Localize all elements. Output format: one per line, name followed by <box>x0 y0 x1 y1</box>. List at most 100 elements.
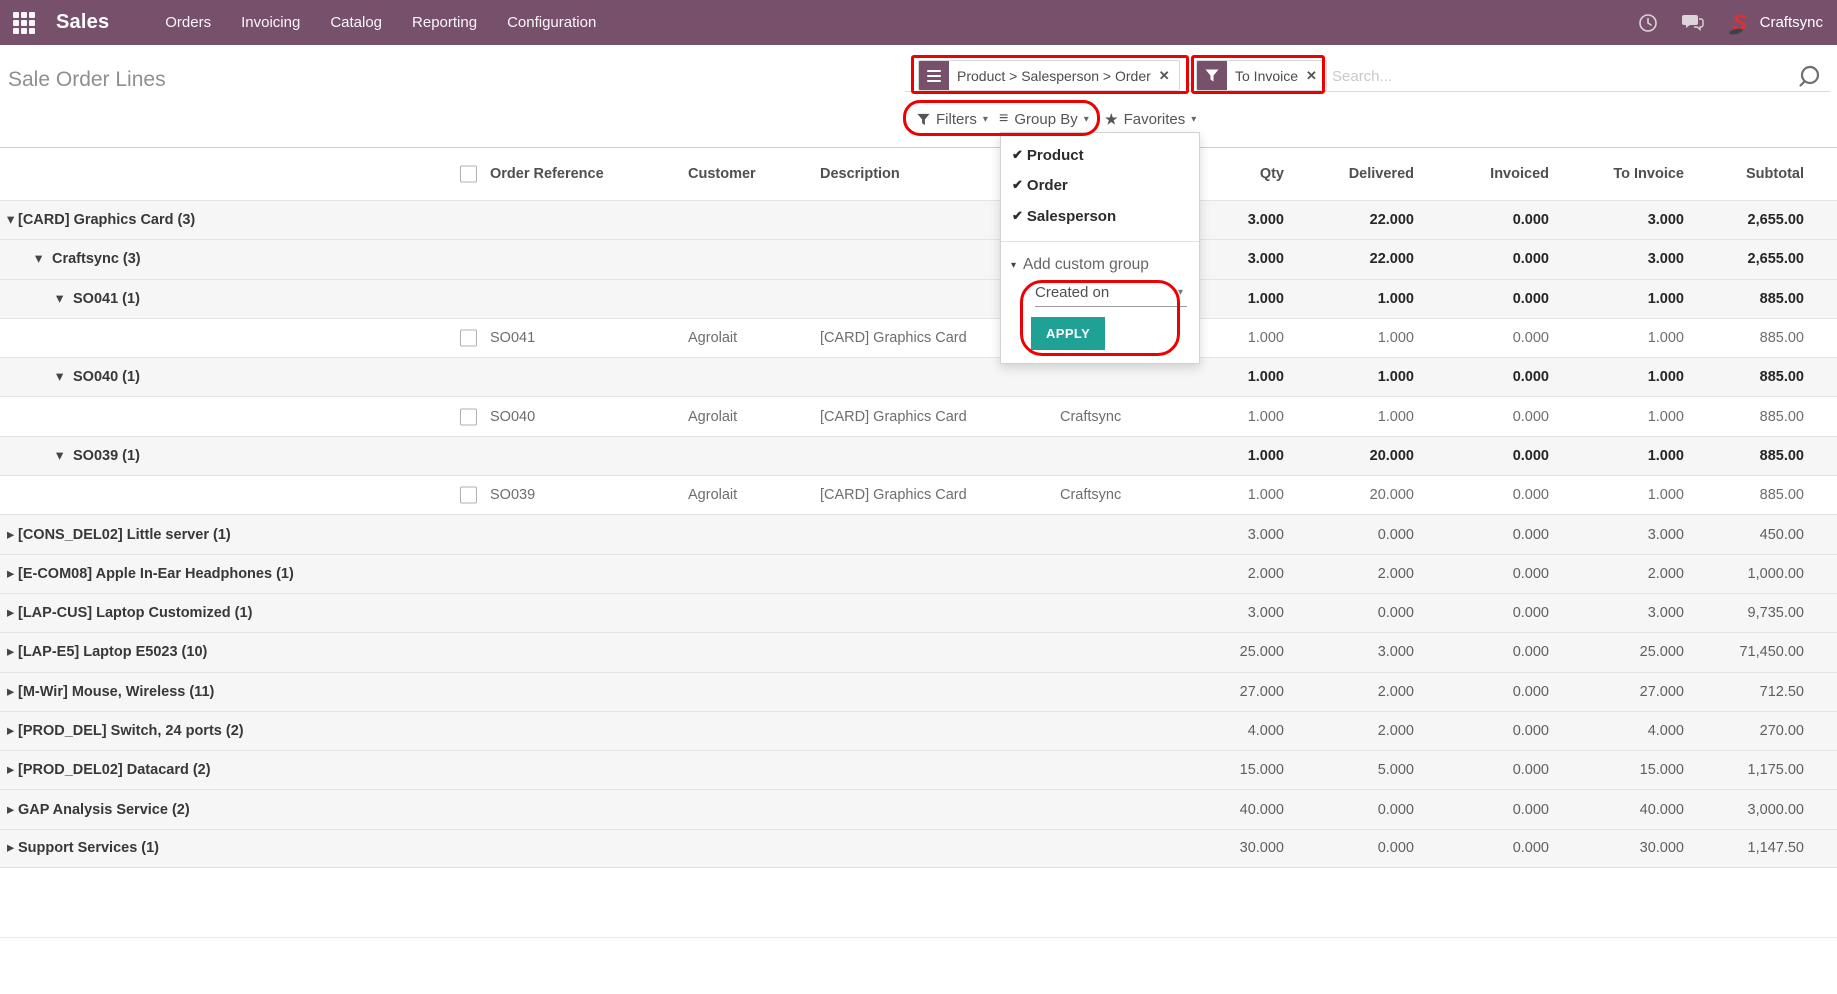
group-expand-icon[interactable]: ▸ <box>7 566 14 582</box>
cell-subtotal: 3,000.00 <box>1664 802 1804 818</box>
facet-label: Product > Salesperson > Order <box>949 68 1159 84</box>
cell-salesperson: Craftsync <box>1060 409 1121 425</box>
custom-group-field-select[interactable]: Created on ▾ <box>1035 279 1187 307</box>
group-expand-icon[interactable]: ▸ <box>7 527 14 543</box>
group-expand-icon[interactable]: ▸ <box>7 802 14 818</box>
cell-subtotal: 71,450.00 <box>1664 644 1804 660</box>
activities-clock-icon[interactable] <box>1638 13 1658 33</box>
group-by-option-order[interactable]: ✔ Order <box>1012 173 1068 197</box>
group-row[interactable]: ▾[CARD] Graphics Card (3)3.00022.0000.00… <box>0 200 1837 239</box>
group-row[interactable]: ▾SO041 (1)1.0001.0000.0001.000885.00 <box>0 279 1837 318</box>
facet-remove-icon[interactable]: ✕ <box>1306 68 1326 84</box>
column-header-description[interactable]: Description <box>820 166 900 182</box>
cell-order-reference: SO039 <box>490 487 535 503</box>
group-row[interactable]: ▸[LAP-E5] Laptop E5023 (10)25.0003.0000.… <box>0 632 1837 671</box>
table-row[interactable]: SO040Agrolait[CARD] Graphics CardCraftsy… <box>0 396 1837 435</box>
nav-item-reporting[interactable]: Reporting <box>412 14 477 31</box>
group-row[interactable]: ▸[PROD_DEL] Switch, 24 ports (2)4.0002.0… <box>0 711 1837 750</box>
group-collapse-icon[interactable]: ▾ <box>7 212 14 228</box>
column-header-delivered[interactable]: Delivered <box>1274 166 1414 182</box>
group-collapse-icon[interactable]: ▾ <box>56 448 63 464</box>
cell-invoiced: 0.000 <box>1409 723 1549 739</box>
app-title[interactable]: Sales <box>56 11 109 34</box>
add-custom-group-toggle[interactable]: ▾ Add custom group <box>1011 256 1149 274</box>
group-row[interactable]: ▸GAP Analysis Service (2)40.0000.0000.00… <box>0 789 1837 828</box>
search-magnifier-icon[interactable] <box>1798 64 1824 90</box>
select-all-checkbox[interactable] <box>460 166 477 183</box>
column-header-invoiced[interactable]: Invoiced <box>1409 166 1549 182</box>
group-expand-icon[interactable]: ▸ <box>7 840 14 856</box>
nav-item-orders[interactable]: Orders <box>165 14 211 31</box>
column-header-order-reference[interactable]: Order Reference <box>490 166 604 182</box>
row-checkbox[interactable] <box>460 330 477 347</box>
cell-invoiced: 0.000 <box>1409 840 1549 856</box>
cell-subtotal: 885.00 <box>1664 291 1804 307</box>
column-header-to-invoice[interactable]: To Invoice <box>1544 166 1684 182</box>
group-row[interactable]: ▾SO039 (1)1.00020.0000.0001.000885.00 <box>0 436 1837 475</box>
menu-separator <box>1001 241 1199 242</box>
column-header-subtotal[interactable]: Subtotal <box>1664 166 1804 182</box>
group-expand-icon[interactable]: ▸ <box>7 605 14 621</box>
check-icon: ✔ <box>1012 208 1023 224</box>
screen: Sales Orders Invoicing Catalog Reporting… <box>0 0 1837 994</box>
row-checkbox[interactable] <box>460 487 477 504</box>
facet-remove-icon[interactable]: ✕ <box>1159 68 1179 84</box>
apply-button[interactable]: APPLY <box>1031 317 1105 350</box>
cell-to-invoice: 15.000 <box>1544 762 1684 778</box>
facet-label: To Invoice <box>1227 68 1306 84</box>
group-row[interactable]: ▸Support Services (1)30.0000.0000.00030.… <box>0 829 1837 868</box>
favorites-button[interactable]: ★ Favorites ▾ <box>1105 105 1196 133</box>
cell-invoiced: 0.000 <box>1409 684 1549 700</box>
cell-invoiced: 0.000 <box>1409 527 1549 543</box>
group-collapse-icon[interactable]: ▾ <box>56 369 63 385</box>
cell-delivered: 22.000 <box>1274 251 1414 267</box>
cell-to-invoice: 1.000 <box>1544 409 1684 425</box>
user-menu[interactable]: S Craftsync <box>1728 10 1823 36</box>
option-label: Product <box>1027 147 1084 164</box>
row-checkbox[interactable] <box>460 408 477 425</box>
cell-delivered: 1.000 <box>1274 330 1414 346</box>
nav-item-invoicing[interactable]: Invoicing <box>241 14 300 31</box>
messages-chat-icon[interactable] <box>1682 13 1704 32</box>
group-row[interactable]: ▸[M-Wir] Mouse, Wireless (11)27.0002.000… <box>0 672 1837 711</box>
group-by-button[interactable]: ≡ Group By ▾ <box>999 105 1089 133</box>
group-row[interactable]: ▸[CONS_DEL02] Little server (1)3.0000.00… <box>0 514 1837 553</box>
group-collapse-icon[interactable]: ▾ <box>35 251 42 267</box>
group-row[interactable]: ▾Craftsync (3)3.00022.0000.0003.0002,655… <box>0 239 1837 278</box>
table-row[interactable]: SO039Agrolait[CARD] Graphics CardCraftsy… <box>0 475 1837 514</box>
cell-invoiced: 0.000 <box>1409 566 1549 582</box>
cell-invoiced: 0.000 <box>1409 802 1549 818</box>
filters-button[interactable]: Filters ▾ <box>917 105 988 133</box>
search-input[interactable] <box>1332 61 1782 91</box>
cell-invoiced: 0.000 <box>1409 448 1549 464</box>
group-expand-icon[interactable]: ▸ <box>7 723 14 739</box>
nav-item-configuration[interactable]: Configuration <box>507 14 596 31</box>
group-label: [LAP-CUS] Laptop Customized (1) <box>18 605 252 621</box>
column-header-customer[interactable]: Customer <box>688 166 756 182</box>
cell-invoiced: 0.000 <box>1409 487 1549 503</box>
page-title: Sale Order Lines <box>8 68 166 92</box>
group-label: SO040 (1) <box>73 369 140 385</box>
group-expand-icon[interactable]: ▸ <box>7 762 14 778</box>
group-row[interactable]: ▸[LAP-CUS] Laptop Customized (1)3.0000.0… <box>0 593 1837 632</box>
apps-grid-icon[interactable] <box>13 12 35 34</box>
group-by-option-product[interactable]: ✔ Product <box>1012 143 1084 167</box>
group-row[interactable]: ▸[E-COM08] Apple In-Ear Headphones (1)2.… <box>0 554 1837 593</box>
cell-qty: 1.000 <box>1144 487 1284 503</box>
cell-invoiced: 0.000 <box>1409 330 1549 346</box>
group-by-option-salesperson[interactable]: ✔ Salesperson <box>1012 204 1116 228</box>
cell-subtotal: 885.00 <box>1664 487 1804 503</box>
table-row[interactable]: SO041Agrolait[CARD] Graphics CardCraftsy… <box>0 318 1837 357</box>
group-expand-icon[interactable]: ▸ <box>7 644 14 660</box>
chevron-down-icon: ▾ <box>1191 114 1196 125</box>
group-row[interactable]: ▸[PROD_DEL02] Datacard (2)15.0005.0000.0… <box>0 750 1837 789</box>
cell-qty: 15.000 <box>1144 762 1284 778</box>
search-facet-groupby[interactable]: Product > Salesperson > Order ✕ <box>918 60 1180 91</box>
group-label: Craftsync (3) <box>52 251 141 267</box>
cell-invoiced: 0.000 <box>1409 251 1549 267</box>
group-expand-icon[interactable]: ▸ <box>7 684 14 700</box>
group-collapse-icon[interactable]: ▾ <box>56 291 63 307</box>
search-facet-filter[interactable]: To Invoice ✕ <box>1196 60 1327 91</box>
nav-item-catalog[interactable]: Catalog <box>330 14 382 31</box>
group-row[interactable]: ▾SO040 (1)1.0001.0000.0001.000885.00 <box>0 357 1837 396</box>
